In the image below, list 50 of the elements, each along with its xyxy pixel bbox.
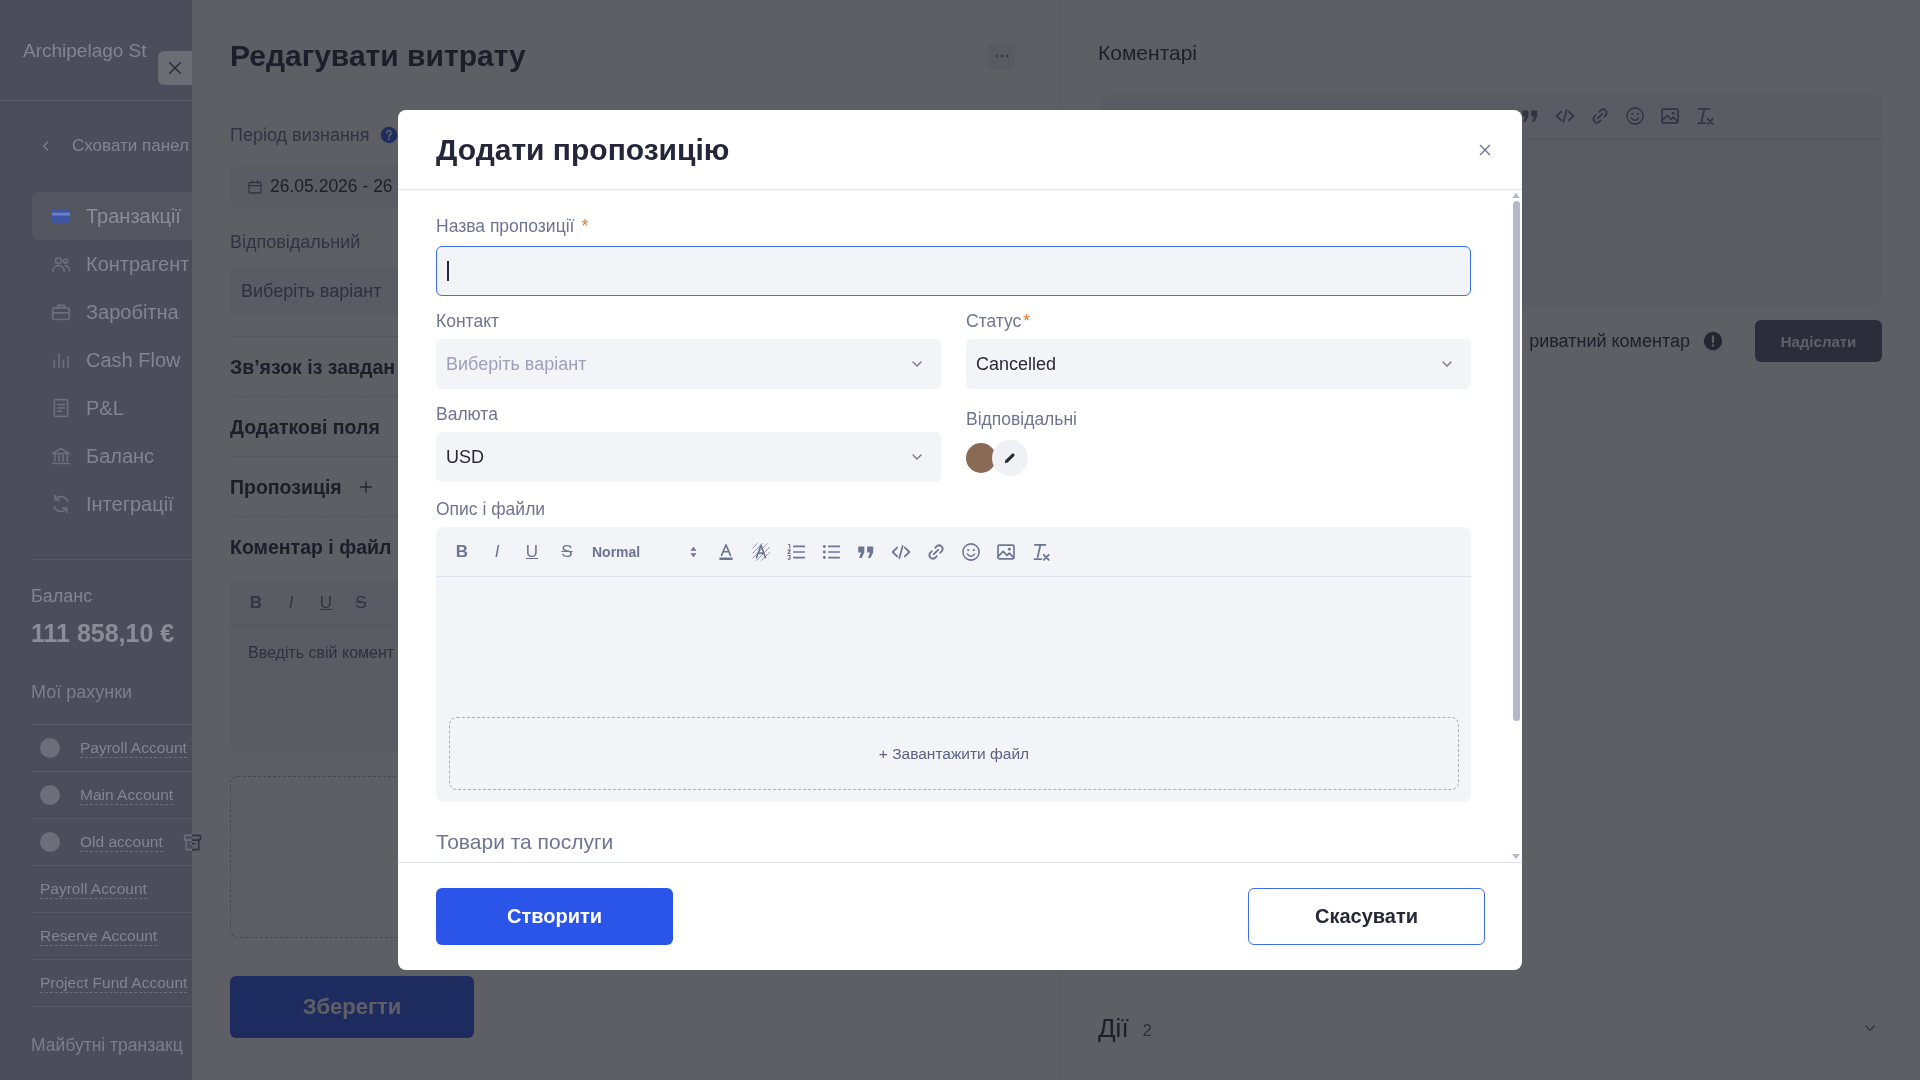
- pencil-icon: [1003, 451, 1017, 465]
- credit-card-icon: [51, 206, 71, 226]
- underline-toggle[interactable]: U: [522, 541, 542, 562]
- avatar-icon: [966, 443, 996, 473]
- required-mark: *: [581, 217, 589, 235]
- text-color-icon[interactable]: [716, 541, 736, 562]
- link-icon[interactable]: [926, 541, 946, 562]
- refresh-icon: [51, 494, 71, 514]
- heading-dropdown[interactable]: Normal: [592, 543, 701, 560]
- italic-toggle[interactable]: I: [487, 541, 507, 562]
- briefcase-icon: [51, 302, 71, 322]
- field-label: Відповідальні: [966, 410, 1077, 428]
- checkbox-label[interactable]: риватний коментар: [1529, 330, 1690, 352]
- highlight-icon[interactable]: [751, 541, 771, 562]
- balance-amount: 111 858,10 €: [31, 618, 176, 648]
- field-label: Назва пропозиції: [436, 217, 575, 235]
- name-input[interactable]: [436, 246, 1471, 296]
- field-label: Контакт: [436, 312, 499, 330]
- required-mark: *: [1023, 312, 1031, 330]
- document-icon: [51, 398, 71, 418]
- clear-format-icon[interactable]: [1031, 541, 1051, 562]
- panel-title: Коментарі: [1098, 40, 1199, 66]
- bar-chart-icon: [51, 350, 71, 370]
- section-heading: Товари та послуги: [436, 830, 615, 854]
- image-icon[interactable]: [996, 541, 1016, 562]
- file-dropzone[interactable]: + Завантажити файл: [449, 717, 1459, 790]
- close-button[interactable]: [158, 51, 192, 85]
- create-button[interactable]: Створити: [436, 888, 673, 945]
- drawer-title: Редагувати витрату: [230, 38, 526, 74]
- nav-item[interactable]: Транзакції: [32, 192, 192, 240]
- currency-select[interactable]: USD: [436, 432, 941, 482]
- contact-select[interactable]: Виберіть варіант: [436, 339, 941, 389]
- smiley-icon[interactable]: [961, 541, 981, 562]
- people-icon: [51, 254, 71, 274]
- up-down-arrows-icon: [689, 544, 698, 559]
- field-label: Статус: [966, 312, 1022, 330]
- field-label: Валюта: [436, 405, 498, 423]
- section-title[interactable]: Коментар і файл: [230, 535, 392, 559]
- bank-icon: [51, 446, 71, 466]
- numbered-list-icon[interactable]: [786, 541, 806, 562]
- field-label: Опис і файли: [436, 500, 546, 518]
- edit-button[interactable]: [992, 440, 1028, 476]
- close-icon: [166, 59, 184, 77]
- bold-toggle[interactable]: B: [452, 541, 472, 562]
- status-select[interactable]: Cancelled: [966, 339, 1471, 389]
- strike-toggle[interactable]: S: [557, 541, 577, 562]
- scrollbar[interactable]: [1512, 193, 1520, 859]
- cancel-button[interactable]: Скасувати: [1248, 888, 1485, 945]
- text-cursor: [447, 261, 449, 281]
- modal-title: Додати пропозицію: [436, 132, 730, 167]
